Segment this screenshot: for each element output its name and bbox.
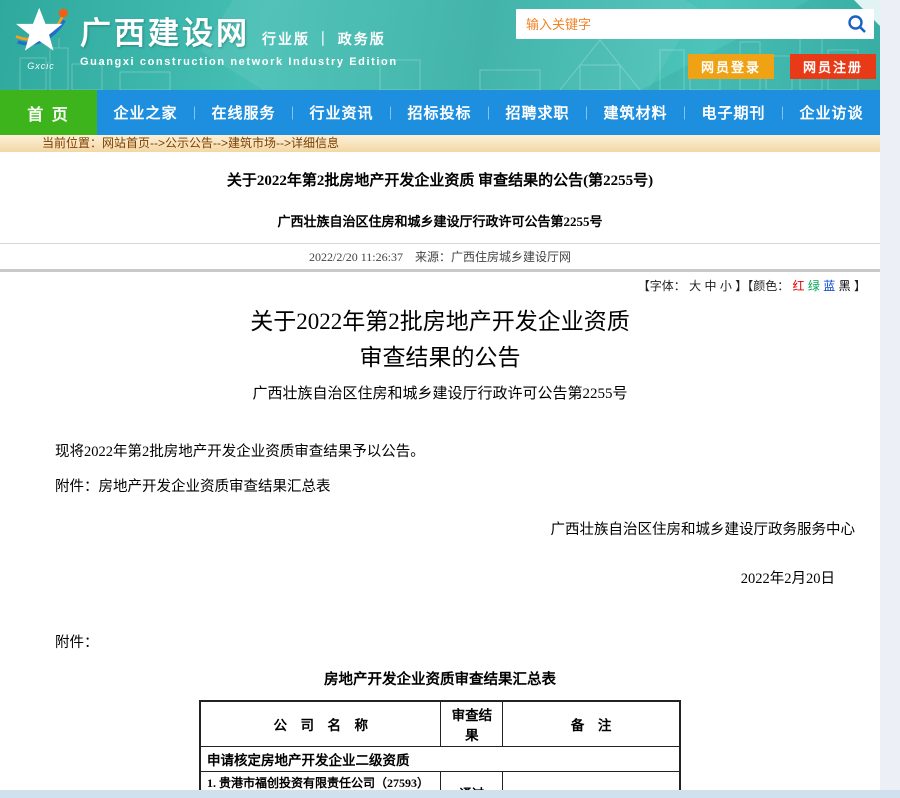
member-buttons: 网员登录 网员注册	[688, 54, 876, 79]
signer-line: 广西壮族自治区住房和城乡建设厅政务服务中心	[0, 518, 855, 539]
site-logo[interactable]: Gxcic	[10, 6, 72, 71]
table-header-row: 公 司 名 称 审查结果 备 注	[200, 701, 680, 747]
nav-item[interactable]: 招标投标	[407, 102, 471, 123]
nav-separator: ｜	[188, 103, 201, 122]
table-title: 房地产开发企业资质审查结果汇总表	[0, 668, 880, 689]
nav-item[interactable]: 招聘求职	[505, 102, 569, 123]
font-size-medium[interactable]: 中	[704, 279, 716, 293]
font-size-label: 【字体：	[638, 279, 686, 293]
search-button[interactable]	[840, 9, 874, 39]
nav-separator: ｜	[580, 103, 593, 122]
color-option-green[interactable]: 绿	[808, 279, 820, 293]
result-table-wrap: 公 司 名 称 审查结果 备 注 申请核定房地产开发企业二级资质 1. 贵港市福…	[199, 700, 681, 798]
logo-caption: Gxcic	[10, 61, 72, 71]
col-header-company: 公 司 名 称	[200, 701, 441, 747]
site-subtitle: Guangxi construction network Industry Ed…	[80, 56, 398, 68]
member-login-button[interactable]: 网员登录	[688, 54, 774, 79]
nav-separator: ｜	[776, 103, 789, 122]
attachment-line: 附件：房地产开发企业资质审查结果汇总表	[55, 475, 880, 496]
sign-date: 2022年2月20日	[0, 567, 835, 588]
member-register-button[interactable]: 网员注册	[790, 54, 876, 79]
site-header: Gxcic 广西建设网 行业版 ｜ 政务版 Guangxi constructi…	[0, 0, 880, 90]
nav-separator: ｜	[482, 103, 495, 122]
edition-links[interactable]: 行业版 ｜ 政务版	[262, 29, 386, 49]
page-subtitle: 广西壮族自治区住房和城乡建设厅行政许可公告第2255号	[0, 211, 880, 230]
article-title-line2: 审查结果的公告	[0, 340, 880, 376]
content-area: 关于2022年第2批房地产开发企业资质 审查结果的公告(第2255号) 广西壮族…	[0, 152, 880, 798]
result-table: 公 司 名 称 审查结果 备 注 申请核定房地产开发企业二级资质 1. 贵港市福…	[199, 700, 681, 798]
nav-item[interactable]: 行业资讯	[309, 102, 373, 123]
star-logo-icon	[12, 6, 70, 56]
controls-suffix: 】	[854, 279, 866, 293]
nav-item[interactable]: 电子期刊	[701, 102, 765, 123]
brand-block: 广西建设网 行业版 ｜ 政务版 Guangxi construction net…	[80, 8, 398, 68]
col-header-result: 审查结果	[441, 701, 503, 747]
col-header-note: 备 注	[503, 701, 680, 747]
attachment-label: 附件：	[55, 631, 880, 652]
page: Gxcic 广西建设网 行业版 ｜ 政务版 Guangxi constructi…	[0, 0, 880, 798]
search-box	[516, 9, 874, 39]
article-title: 关于2022年第2批房地产开发企业资质 审查结果的公告	[0, 304, 880, 375]
nav-items: 企业之家 ｜ 在线服务 ｜ 行业资讯 ｜ 招标投标 ｜ 招聘求职 ｜ 建筑材料 …	[97, 90, 880, 135]
color-option-red[interactable]: 红	[793, 279, 805, 293]
font-size-large[interactable]: 大	[689, 279, 701, 293]
main-nav: 首 页 企业之家 ｜ 在线服务 ｜ 行业资讯 ｜ 招标投标 ｜ 招聘求职 ｜ 建…	[0, 90, 880, 135]
nav-separator: ｜	[286, 103, 299, 122]
search-input[interactable]	[516, 17, 840, 32]
breadcrumb: 当前位置：网站首页-->公示公告-->建筑市场-->详细信息	[0, 135, 880, 152]
color-option-black[interactable]: 黑	[839, 279, 851, 293]
page-title: 关于2022年第2批房地产开发企业资质 审查结果的公告(第2255号)	[0, 152, 880, 190]
article-body: 关于2022年第2批房地产开发企业资质 审查结果的公告 广西壮族自治区住房和城乡…	[0, 304, 880, 798]
nav-item[interactable]: 在线服务	[211, 102, 275, 123]
nav-item[interactable]: 建筑材料	[603, 102, 667, 123]
nav-item[interactable]: 企业访谈	[799, 102, 863, 123]
nav-item[interactable]: 企业之家	[113, 102, 177, 123]
section-label: 申请核定房地产开发企业二级资质	[200, 747, 680, 772]
nav-separator: ｜	[678, 103, 691, 122]
search-icon	[847, 14, 867, 34]
color-label: 】【颜色：	[735, 279, 789, 293]
table-section-row: 申请核定房地产开发企业二级资质	[200, 747, 680, 772]
article-doc-number: 广西壮族自治区住房和城乡建设厅行政许可公告第2255号	[0, 382, 880, 403]
color-option-blue[interactable]: 蓝	[823, 279, 835, 293]
nav-item-home[interactable]: 首 页	[0, 90, 97, 135]
view-controls: 【字体： 大 中 小 】【颜色： 红 绿 蓝 黑 】	[0, 272, 880, 294]
article-title-line1: 关于2022年第2批房地产开发企业资质	[0, 304, 880, 340]
bottom-strip	[0, 790, 900, 798]
nav-separator: ｜	[384, 103, 397, 122]
article-meta: 2022/2/20 11:26:37 来源：广西住房城乡建设厅网	[0, 243, 880, 272]
font-size-small[interactable]: 小	[720, 279, 732, 293]
site-name[interactable]: 广西建设网	[80, 8, 250, 53]
article-paragraph: 现将2022年第2批房地产开发企业资质审查结果予以公告。	[55, 440, 880, 461]
